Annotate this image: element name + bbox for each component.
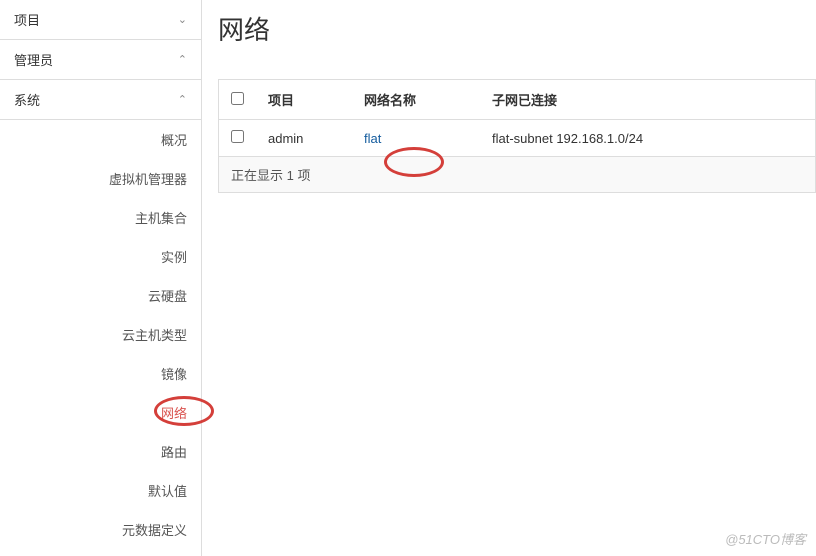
nav-section-label: 管理员 xyxy=(14,50,53,69)
nav-item-volumes[interactable]: 云硬盘 xyxy=(0,276,201,315)
col-header-project[interactable]: 项目 xyxy=(256,80,352,120)
nav-section-project[interactable]: 项目 ⌄ xyxy=(0,0,201,39)
select-all-checkbox[interactable] xyxy=(231,92,244,105)
nav-item-hypervisors[interactable]: 虚拟机管理器 xyxy=(0,159,201,198)
table-footer: 正在显示 1 项 xyxy=(219,157,815,192)
nav-item-instances[interactable]: 实例 xyxy=(0,237,201,276)
main-content: 网络 项目 网络名称 子网已连接 admin flat fl xyxy=(202,0,816,556)
nav-item-defaults[interactable]: 默认值 xyxy=(0,471,201,510)
nav-item-networks[interactable]: 网络 xyxy=(0,393,201,432)
nav-section-system[interactable]: 系统 ⌃ xyxy=(0,80,201,119)
nav-section-label: 项目 xyxy=(14,10,40,29)
col-header-subnets[interactable]: 子网已连接 xyxy=(480,80,815,120)
nav-section-label: 系统 xyxy=(14,90,40,109)
nav-item-overview[interactable]: 概况 xyxy=(0,120,201,159)
watermark: @51CTO博客 xyxy=(725,529,806,548)
sidebar: 项目 ⌄ 管理员 ⌃ 系统 ⌃ 概况 虚拟机管理器 主机集合 实例 云硬盘 云主… xyxy=(0,0,202,556)
network-name-link[interactable]: flat xyxy=(364,131,381,146)
row-checkbox[interactable] xyxy=(231,130,244,143)
nav-section-admin[interactable]: 管理员 ⌃ xyxy=(0,40,201,79)
chevron-up-icon: ⌃ xyxy=(178,53,187,66)
nav-item-routers[interactable]: 路由 xyxy=(0,432,201,471)
page-title: 网络 xyxy=(218,10,816,47)
cell-subnets: flat-subnet 192.168.1.0/24 xyxy=(480,120,815,157)
chevron-down-icon: ⌄ xyxy=(178,13,187,26)
table-row: admin flat flat-subnet 192.168.1.0/24 xyxy=(219,120,815,157)
nav-items: 概况 虚拟机管理器 主机集合 实例 云硬盘 云主机类型 镜像 网络 路由 默认值… xyxy=(0,120,201,549)
cell-project: admin xyxy=(256,120,352,157)
networks-table: 项目 网络名称 子网已连接 admin flat flat-subnet 192… xyxy=(218,79,816,193)
chevron-up-icon: ⌃ xyxy=(178,93,187,106)
col-header-name[interactable]: 网络名称 xyxy=(352,80,480,120)
nav-item-flavors[interactable]: 云主机类型 xyxy=(0,315,201,354)
nav-item-metadata[interactable]: 元数据定义 xyxy=(0,510,201,549)
nav-item-images[interactable]: 镜像 xyxy=(0,354,201,393)
nav-item-host-aggregates[interactable]: 主机集合 xyxy=(0,198,201,237)
